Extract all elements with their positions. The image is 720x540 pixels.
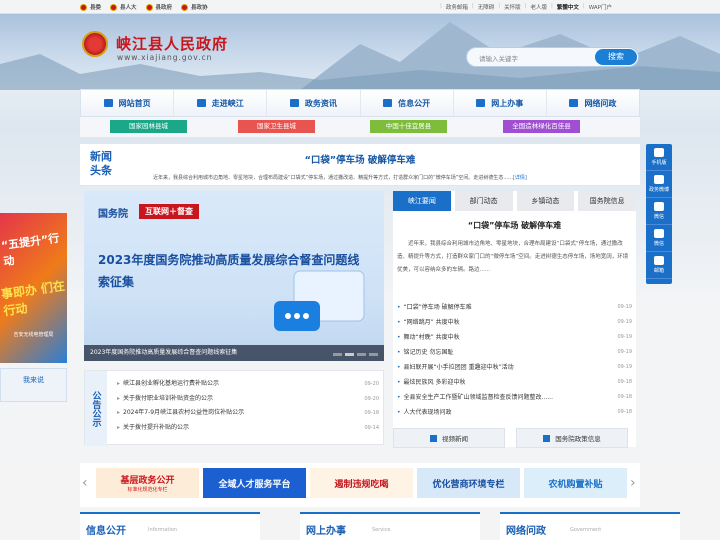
link-traditional-chinese[interactable]: 繁體中文 <box>557 3 579 11</box>
headline-title[interactable]: “口袋”停车场 破解停车难 <box>80 152 640 166</box>
mail-icon <box>654 256 664 265</box>
featured-news-summary: 近年来，我县综合利用城市边角地、零星地块，合理布局建设“口袋式”停车场，通过撒改… <box>397 241 629 273</box>
tab-township-news[interactable]: 乡镇动态 <box>516 191 575 211</box>
news-icon <box>289 99 299 107</box>
honor-tag[interactable]: 国家园林县城 <box>110 120 187 133</box>
headline-news: 新闻 头条 “口袋”停车场 破解停车难 近年来，我县综合利用城市边角地、零星地块，… <box>80 144 640 186</box>
phone-icon <box>654 148 664 157</box>
promo-strip: ‹ 基层政务公开 标准化规范化专栏 全域人才服务平台 遏制违规吃喝 优化营商环境专… <box>80 463 640 507</box>
weibo-link[interactable]: 政务微博 <box>646 171 672 198</box>
promo-business-environment[interactable]: 优化营商环境专栏 <box>417 468 520 498</box>
featured-news-title[interactable]: “口袋”停车场 破解停车难 <box>393 220 636 231</box>
nav-services[interactable]: 网上办事 <box>454 90 547 116</box>
carousel-banner[interactable]: 国务院 互联网＋督查 2023年度国务院推动高质量发展综合督查问题线索征集 20… <box>84 191 384 361</box>
search-input[interactable]: 请输入关键字 <box>479 53 518 63</box>
announcements-panel: 公告公示 峡江县创业孵化基地运行费补贴公示09-20 关于拨付职业培训补贴资金的… <box>84 370 384 446</box>
emblem-icon <box>80 3 87 11</box>
honor-tag[interactable]: 全国造林绿化百佳县 <box>503 120 580 133</box>
list-item[interactable]: 铭记历史 勿忘国耻09-19 <box>397 345 632 360</box>
emblem-icon <box>181 3 189 11</box>
state-council-policy-button[interactable]: 国务院政策信息 <box>516 428 628 448</box>
link-county-government[interactable]: 县政府 <box>145 3 172 11</box>
main-nav: 网站首页 走进峡江 政务资讯 信息公开 网上办事 网络问政 <box>80 89 640 117</box>
link-county-congress[interactable]: 县人大 <box>110 3 137 11</box>
nav-disclosure[interactable]: 信息公开 <box>361 90 454 116</box>
list-item[interactable]: 人大代表现场问政09-18 <box>397 405 632 420</box>
list-item[interactable]: “口袋”停车场 破解停车难09-19 <box>397 300 632 315</box>
honor-tag[interactable]: 中国十佳宜居县 <box>370 120 447 133</box>
link-county-committee[interactable]: 县委 <box>80 3 101 11</box>
computer-icon <box>476 99 486 107</box>
link-care-mode[interactable]: 关怀版 <box>504 3 521 11</box>
video-icon <box>430 434 437 442</box>
wechat-link-2[interactable]: 微信 <box>646 225 672 252</box>
nav-news[interactable]: 政务资讯 <box>267 90 361 116</box>
chevron-right-icon[interactable]: › <box>630 475 640 491</box>
list-item[interactable]: 最炫民族风 多彩迎中秋09-18 <box>397 375 632 390</box>
wechat-icon <box>654 202 664 211</box>
link-wap[interactable]: WAP门户 <box>589 3 612 11</box>
announcements-label: 公告公示 <box>85 371 107 446</box>
link-gov-email[interactable]: 政务邮箱 <box>446 3 468 11</box>
emblem-icon <box>145 3 153 11</box>
floating-ad-left[interactable]: “五提升”行动 事即办 们在行动 吉安无线电管理局 <box>0 213 67 363</box>
tab-department-news[interactable]: 部门动态 <box>454 191 513 211</box>
nav-about[interactable]: 走进峡江 <box>174 90 268 116</box>
search-box: 请输入关键字 搜索 <box>466 47 639 67</box>
document-icon <box>383 99 393 107</box>
site-title: 峡江县人民政府 <box>116 35 229 53</box>
weibo-icon <box>654 175 664 184</box>
list-item[interactable]: 舞动“村晚” 共度中秋09-19 <box>397 330 632 345</box>
top-bar: 县委 县人大 县政府 县政协 | 政务邮箱 | 无障碍 | 关怀版 | 老人版 | 繁體中… <box>0 0 720 14</box>
site-domain: www.xiajiang.gov.cn <box>117 53 213 62</box>
section-online-services[interactable]: 网上办事 Service <box>300 512 480 540</box>
honor-tag[interactable]: 国家卫生县城 <box>238 120 315 133</box>
list-item[interactable]: 县妇联开展“小手拉团团 重趣迎中秋”活动09-19 <box>397 360 632 375</box>
promo-farm-machinery[interactable]: 农机购置补贴 <box>524 468 627 498</box>
chat-icon <box>569 99 579 107</box>
video-news-button[interactable]: 视频新闻 <box>393 428 505 448</box>
news-tabs-panel: 峡江要闻 部门动态 乡镇动态 国务院信息 “口袋”停车场 破解停车难 近年来，我… <box>393 191 636 448</box>
promo-curb-dining[interactable]: 遏制违规吃喝 <box>310 468 413 498</box>
section-online-inquiry[interactable]: 网络问政 Government <box>500 512 680 540</box>
nav-inquiry[interactable]: 网络问政 <box>547 90 639 116</box>
list-item[interactable]: 2024年7-9月峡江县农村公益性岗位补贴公示09-18 <box>117 406 379 421</box>
emblem-icon <box>110 3 118 11</box>
tab-xiajiang-news[interactable]: 峡江要闻 <box>393 191 451 211</box>
link-accessibility[interactable]: 无障碍 <box>478 3 495 11</box>
banner-tag-state-council: 国务院 <box>98 209 128 220</box>
promo-talent-platform[interactable]: 全域人才服务平台 <box>203 468 306 498</box>
banner-tag-internet: 互联网＋督查 <box>139 204 199 219</box>
list-item[interactable]: 关于拨付提升补贴的公示09-14 <box>117 421 379 436</box>
headline-summary: 近年来，我县综合利用城市边角地、零星地块，合理布局建设“口袋式”停车场，通过撒改… <box>153 175 527 181</box>
section-info-disclosure[interactable]: 信息公开 Information <box>80 512 260 540</box>
honor-tags: 国家园林县城 国家卫生县城 中国十佳宜居县 全国造林绿化百佳县 <box>80 117 640 137</box>
navigation-icon <box>196 99 206 107</box>
tab-state-council-info[interactable]: 国务院信息 <box>578 191 636 211</box>
policy-icon <box>543 434 551 442</box>
list-item[interactable]: 关于拨付职业培训补贴资金的公示09-20 <box>117 392 379 407</box>
banner-title: 2023年度国务院推动高质量发展综合督查问题线索征集 <box>98 253 360 289</box>
feedback-widget[interactable]: 我来说 <box>0 368 67 402</box>
side-quick-links: 手机版 政务微博 微信 微信 邮箱 <box>646 144 672 284</box>
wechat-icon <box>654 229 664 238</box>
headline-more-link[interactable]: [详情] <box>513 175 527 181</box>
email-link[interactable]: 邮箱 <box>646 252 672 279</box>
search-button[interactable]: 搜索 <box>595 49 637 65</box>
home-icon <box>103 99 113 107</box>
list-item[interactable]: “网络跳月” 共度中秋09-19 <box>397 315 632 330</box>
list-item[interactable]: 峡江县创业孵化基地运行费补贴公示09-20 <box>117 377 379 392</box>
wechat-link[interactable]: 微信 <box>646 198 672 225</box>
national-emblem-logo <box>82 31 108 57</box>
list-item[interactable]: 全县安全生产工作暨矿山领域监督检查反馈问题整改......09-18 <box>397 390 632 405</box>
link-elderly-mode[interactable]: 老人版 <box>530 3 547 11</box>
link-county-cppcc[interactable]: 县政协 <box>181 3 208 11</box>
nav-home[interactable]: 网站首页 <box>81 90 175 116</box>
chevron-left-icon[interactable]: ‹ <box>82 475 92 491</box>
carousel-dots[interactable] <box>333 353 378 356</box>
promo-gov-disclosure[interactable]: 基层政务公开 标准化规范化专栏 <box>96 468 199 498</box>
mobile-version-link[interactable]: 手机版 <box>646 144 672 171</box>
